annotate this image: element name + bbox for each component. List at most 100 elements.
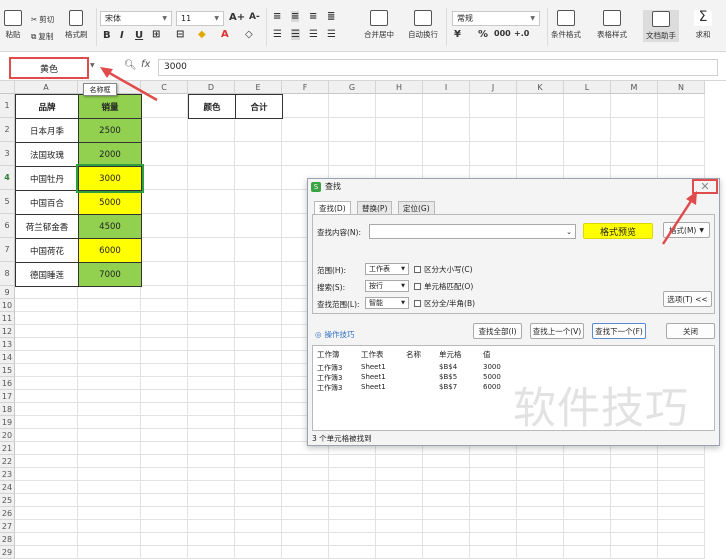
brand-cell[interactable]: 日本月季 [15,118,79,143]
grid-cell[interactable] [235,286,282,299]
grid-cell[interactable] [658,546,705,559]
grid-cell[interactable] [329,468,376,481]
grid-cell[interactable] [329,546,376,559]
grid-cell[interactable] [235,429,282,442]
grid-cell[interactable] [235,262,282,286]
doc-helper-button[interactable]: 文档助手 [643,10,679,42]
column-header-J[interactable]: J [470,81,517,94]
grid-cell[interactable] [517,533,564,546]
grid-cell[interactable] [188,262,235,286]
row-header-28[interactable]: 28 [0,533,15,546]
grid-cell[interactable] [141,403,188,416]
grid-cell[interactable] [141,118,188,142]
grid-cell[interactable] [329,520,376,533]
shrink-font-button[interactable]: A- [249,12,260,22]
grid-cell[interactable] [329,455,376,468]
select-all-corner[interactable] [0,81,15,94]
grid-cell[interactable] [188,312,235,325]
grid-cell[interactable] [235,390,282,403]
grid-cell[interactable] [15,403,78,416]
grid-cell[interactable] [15,481,78,494]
grid-cell[interactable] [564,481,611,494]
grid-cell[interactable] [188,403,235,416]
column-header-H[interactable]: H [376,81,423,94]
grid-cell[interactable] [141,429,188,442]
brand-cell[interactable]: 中国荷花 [15,238,79,263]
sales-cell[interactable]: 3000 [76,164,144,193]
grid-cell[interactable] [423,507,470,520]
row-header-15[interactable]: 15 [0,364,15,377]
grid-cell[interactable] [15,507,78,520]
align-middle-icon[interactable]: ≡ [291,11,300,22]
grid-cell[interactable] [423,94,470,118]
grid-cell[interactable] [611,533,658,546]
row-header-3[interactable]: 3 [0,142,15,166]
row-header-24[interactable]: 24 [0,481,15,494]
result-cell[interactable]: Sheet1 [361,383,386,391]
grid-cell[interactable] [329,118,376,142]
row-header-14[interactable]: 14 [0,351,15,364]
grid-cell[interactable] [188,325,235,338]
fill-color-icon[interactable]: ◆ [198,29,206,40]
grid-cell[interactable] [141,286,188,299]
header-sales-cell[interactable]: 销量 [78,94,142,119]
row-header-2[interactable]: 2 [0,118,15,142]
grid-cell[interactable] [141,520,188,533]
grid-cell[interactable] [658,507,705,520]
tips-link[interactable]: ◎ 操作技巧 [315,329,355,340]
cut-button[interactable]: ✂ 剪切 [31,14,54,25]
grid-cell[interactable] [282,507,329,520]
wrap-text-button[interactable]: 自动换行 [408,10,438,40]
grid-cell[interactable] [15,390,78,403]
grid-cell[interactable] [658,481,705,494]
grid-cell[interactable] [188,390,235,403]
grid-cell[interactable] [141,238,188,262]
grid-cell[interactable] [423,468,470,481]
grid-cell[interactable] [188,190,235,214]
zoom-icon[interactable]: 🔍︎ [124,60,137,71]
grid-cell[interactable] [470,546,517,559]
grid-cell[interactable] [658,494,705,507]
grid-cell[interactable] [78,546,141,559]
grid-cell[interactable] [141,299,188,312]
result-cell[interactable]: 工作簿3 [317,363,342,373]
grid-cell[interactable] [15,338,78,351]
chevron-down-icon[interactable]: ▼ [90,62,95,69]
grid-cell[interactable] [658,468,705,481]
grid-cell[interactable] [376,546,423,559]
grid-cell[interactable] [564,468,611,481]
grid-cell[interactable] [235,481,282,494]
grid-cell[interactable] [423,481,470,494]
grid-cell[interactable] [78,364,141,377]
font-name-select[interactable]: 宋体 ▼ [100,11,172,26]
grid-cell[interactable] [564,546,611,559]
grid-cell[interactable] [141,94,188,118]
grid-cell[interactable] [188,238,235,262]
grid-cell[interactable] [15,286,78,299]
grid-cell[interactable] [376,481,423,494]
thousands-icon[interactable]: 000 [494,29,511,38]
grid-cell[interactable] [611,142,658,166]
grid-cell[interactable] [188,533,235,546]
grid-cell[interactable] [188,351,235,364]
grid-cell[interactable] [470,494,517,507]
column-header-A[interactable]: A [15,81,78,94]
border-icon[interactable]: ⊞ [152,29,160,40]
grid-cell[interactable] [141,364,188,377]
grid-cell[interactable] [78,377,141,390]
sales-cell[interactable]: 6000 [78,238,142,263]
header-total-cell[interactable]: 合计 [235,94,283,119]
find-next-button[interactable]: 查找下一个(F) [592,323,646,339]
grid-cell[interactable] [188,468,235,481]
increase-decimal-icon[interactable]: +.0 [514,29,529,38]
name-box[interactable]: 黄色 [9,57,89,79]
grid-cell[interactable] [329,481,376,494]
grid-cell[interactable] [78,429,141,442]
underline-button[interactable]: U [135,30,143,41]
column-header-L[interactable]: L [564,81,611,94]
grid-cell[interactable] [188,377,235,390]
grid-cell[interactable] [188,118,235,142]
grid-cell[interactable] [78,533,141,546]
align-top-icon[interactable]: ≡ [273,11,281,22]
eraser-icon[interactable]: ◇ [245,29,253,40]
